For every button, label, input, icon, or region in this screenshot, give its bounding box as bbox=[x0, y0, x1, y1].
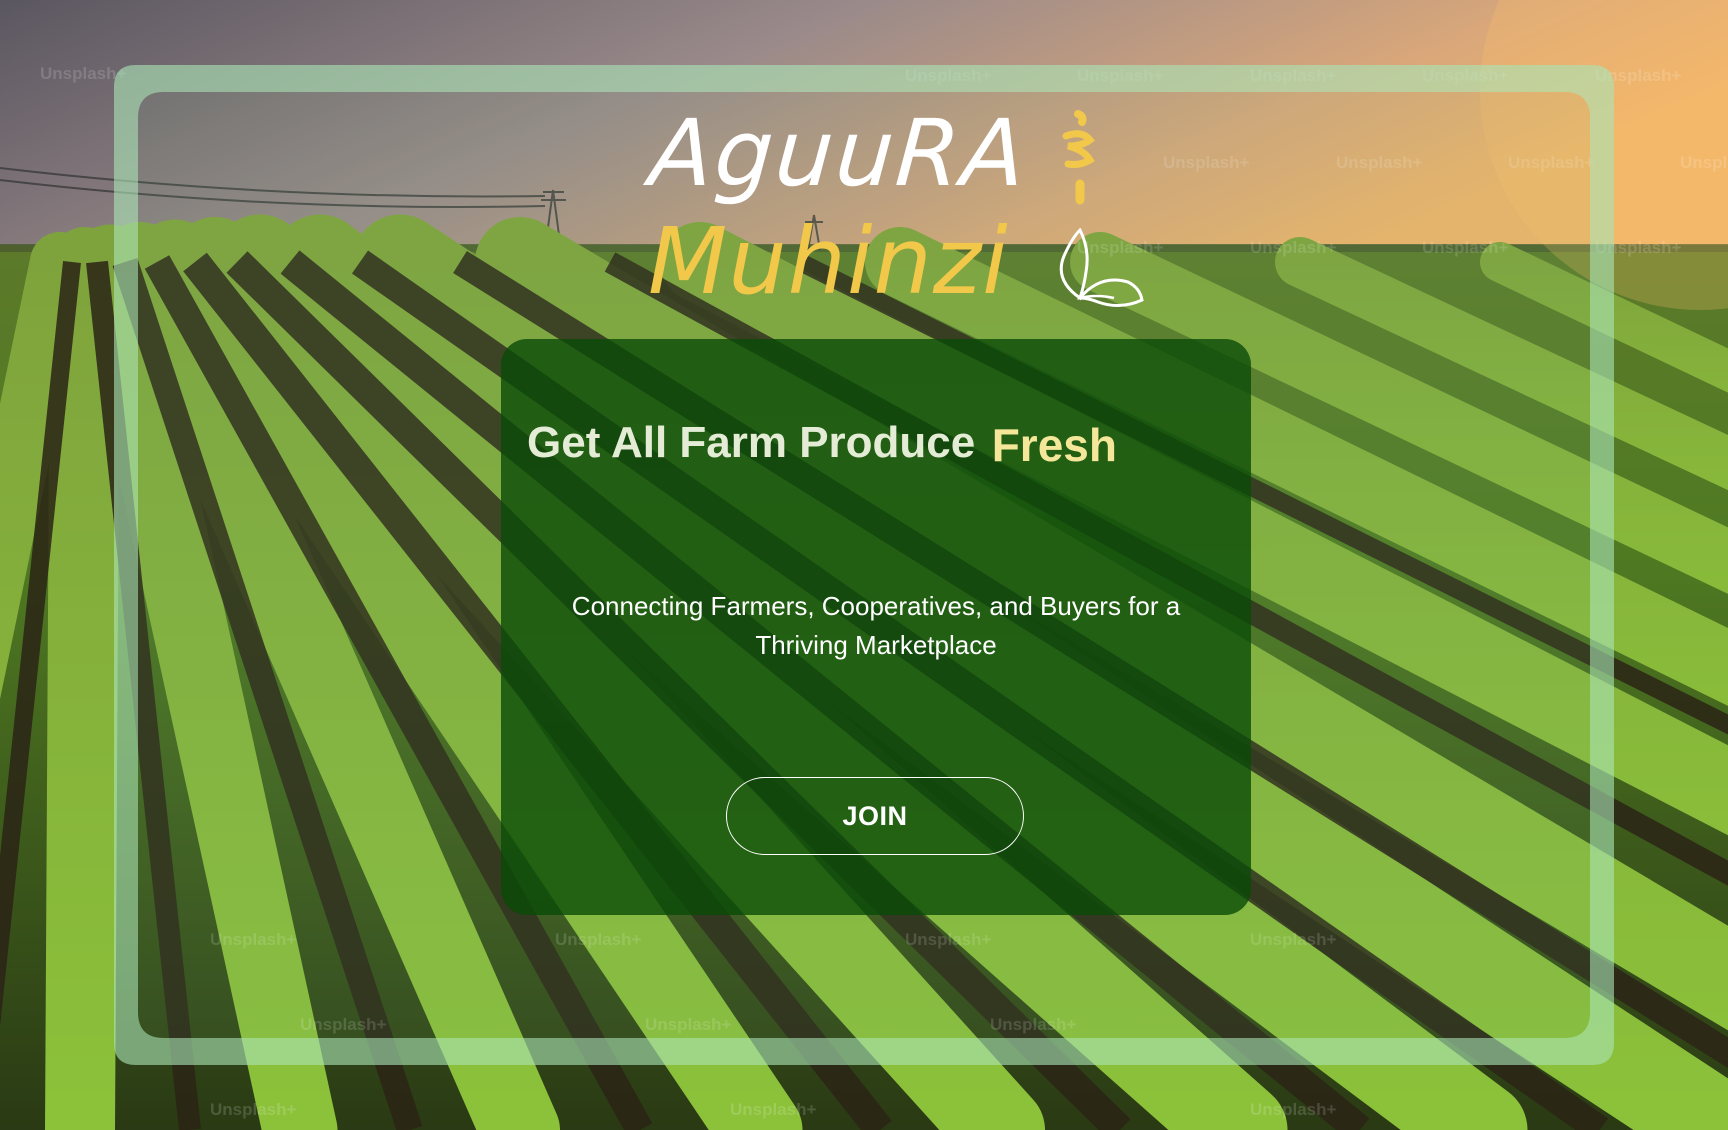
accent-mark-icon bbox=[1062, 110, 1095, 205]
brand-logo[interactable]: AguuRA Muhinzi bbox=[640, 100, 1160, 320]
leaf-icon bbox=[1059, 228, 1144, 307]
hero-subtitle: Connecting Farmers, Cooperatives, and Bu… bbox=[571, 591, 1181, 660]
brand-name-line2: Muhinzi bbox=[648, 208, 1009, 315]
hero-card: Get All Farm Produce Fresh Connecting Fa… bbox=[501, 339, 1251, 915]
hero-title: Get All Farm Produce Fresh bbox=[527, 414, 1117, 471]
brand-name-line1: AguuRA bbox=[646, 100, 1031, 207]
hero-title-accent: Fresh bbox=[991, 419, 1117, 471]
landing-page: Unsplash+ Unsplash+ Unsplash+ Unsplash+ … bbox=[0, 0, 1728, 1130]
hero-title-main: Get All Farm Produce bbox=[527, 418, 976, 467]
join-button[interactable]: JOIN bbox=[726, 777, 1024, 855]
